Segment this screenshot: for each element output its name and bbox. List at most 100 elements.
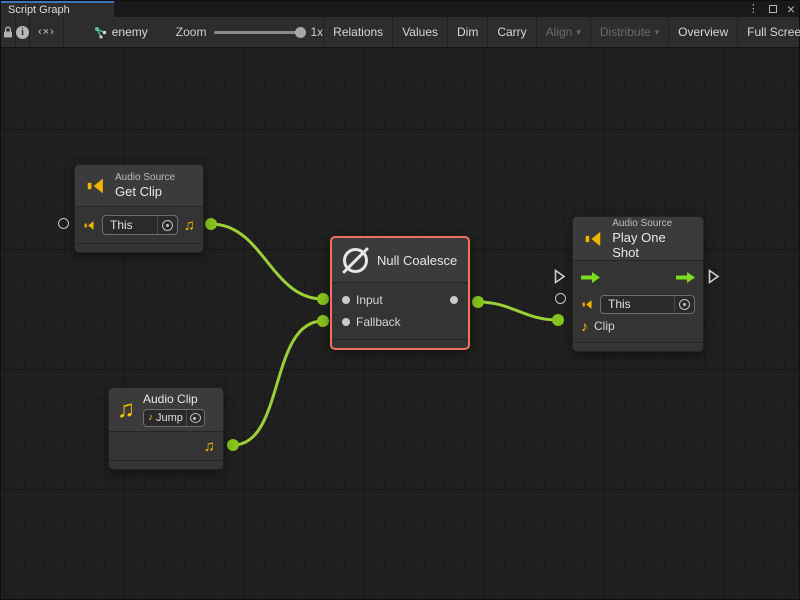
node-footer xyxy=(332,339,468,348)
carry-label: Carry xyxy=(497,25,526,39)
audio-source-icon xyxy=(583,228,604,250)
clip-port-label: Clip xyxy=(594,319,615,333)
this-object-field[interactable]: This xyxy=(102,215,178,235)
zoom-label: Zoom xyxy=(176,25,207,39)
play-flow-in-port[interactable] xyxy=(553,268,566,290)
port-null-output[interactable] xyxy=(472,296,484,308)
align-dropdown[interactable]: Align ▾ xyxy=(536,17,590,47)
play-this-row: This xyxy=(573,293,703,315)
window-controls: ⋮ × xyxy=(748,1,795,17)
maximize-icon[interactable] xyxy=(769,5,777,13)
zoom-slider[interactable] xyxy=(214,31,302,34)
wire-getclip-to-input[interactable] xyxy=(211,224,323,299)
node-title: Audio Clip xyxy=(143,392,205,407)
port-null-fallback-connected[interactable] xyxy=(317,315,329,327)
audio-source-icon xyxy=(83,219,96,232)
node-title: Play One Shot xyxy=(612,230,693,260)
node-footer xyxy=(573,342,703,351)
node-footer xyxy=(75,243,203,252)
audio-clip-port-icon: ♪ xyxy=(581,319,588,333)
play-this-target-port[interactable] xyxy=(555,293,566,304)
output-port[interactable] xyxy=(450,296,458,304)
null-input-row: Input xyxy=(332,289,468,311)
get-clip-target-port[interactable] xyxy=(58,218,69,229)
port-audioclip-output[interactable] xyxy=(227,439,239,451)
tab-script-graph[interactable]: Script Graph xyxy=(1,1,114,17)
values-button[interactable]: Values xyxy=(392,17,447,47)
lock-button[interactable] xyxy=(1,17,16,47)
overview-button[interactable]: Overview xyxy=(668,17,737,47)
flow-in-arrow-icon[interactable] xyxy=(580,271,601,284)
port-playoneshot-clip-connected[interactable] xyxy=(552,314,564,326)
triangle-port-icon xyxy=(707,268,720,285)
node-audio-clip-header[interactable]: ♫ Audio Clip ♪ Jump xyxy=(109,388,223,432)
this-object-field[interactable]: This xyxy=(600,295,695,314)
zoom-control: Zoom 1x xyxy=(176,17,323,47)
chevron-down-icon: ▾ xyxy=(576,27,581,38)
this-field-value: This xyxy=(608,297,631,311)
fullscreen-button[interactable]: Full Screen xyxy=(737,17,800,47)
flow-row xyxy=(573,261,703,293)
breadcrumb-graph-name: enemy xyxy=(112,25,148,39)
play-flow-out-port[interactable] xyxy=(707,268,720,290)
chevron-down-icon: ▾ xyxy=(655,27,660,38)
info-icon: i xyxy=(16,26,29,39)
dim-label: Dim xyxy=(457,25,478,39)
input-port-label: Input xyxy=(356,293,383,307)
node-play-one-shot[interactable]: Audio Source Play One Shot This xyxy=(572,216,704,352)
graph-canvas[interactable]: Audio Source Get Clip This ♫ xyxy=(1,48,799,599)
node-category: Audio Source xyxy=(612,218,693,230)
kebab-menu-icon[interactable]: ⋮ xyxy=(748,4,759,15)
fallback-port[interactable] xyxy=(342,318,350,326)
jump-object-field[interactable]: ♪ Jump xyxy=(143,409,205,427)
zoom-value: 1x xyxy=(310,25,323,39)
values-label: Values xyxy=(402,25,438,39)
info-button[interactable]: i xyxy=(16,17,30,47)
object-picker-button[interactable] xyxy=(674,296,694,313)
node-null-header[interactable]: Null Coalesce xyxy=(332,238,468,283)
audio-clip-port-icon: ♫ xyxy=(204,439,215,454)
node-get-clip[interactable]: Audio Source Get Clip This ♫ xyxy=(74,164,204,253)
distribute-label: Distribute xyxy=(600,25,651,39)
null-fallback-row: Fallback xyxy=(332,311,468,333)
node-get-clip-header[interactable]: Audio Source Get Clip xyxy=(75,165,203,207)
audio-clip-output-row: ♫ xyxy=(109,432,223,460)
close-icon[interactable]: × xyxy=(787,2,795,16)
object-picker-button[interactable] xyxy=(186,410,204,426)
flow-out-arrow-icon[interactable] xyxy=(675,271,696,284)
port-getclip-output[interactable] xyxy=(205,218,217,230)
play-clip-row: ♪ Clip xyxy=(573,315,703,337)
node-audio-clip[interactable]: ♫ Audio Clip ♪ Jump ♫ xyxy=(108,387,224,470)
node-play-one-shot-header[interactable]: Audio Source Play One Shot xyxy=(573,217,703,261)
this-field-value: This xyxy=(110,218,133,232)
node-title: Get Clip xyxy=(115,184,175,199)
port-null-input-connected[interactable] xyxy=(317,293,329,305)
relations-label: Relations xyxy=(333,25,383,39)
note-icon: ♪ xyxy=(148,413,153,423)
object-picker-button[interactable] xyxy=(157,216,177,234)
wire-audioclip-to-fallback[interactable] xyxy=(233,321,323,445)
distribute-dropdown[interactable]: Distribute ▾ xyxy=(590,17,668,47)
node-null-coalesce[interactable]: Null Coalesce Input Fallback xyxy=(330,236,470,350)
tab-title: Script Graph xyxy=(8,4,70,16)
dim-button[interactable]: Dim xyxy=(447,17,487,47)
jump-field-value: Jump xyxy=(156,412,183,424)
target-icon xyxy=(162,220,173,231)
input-port[interactable] xyxy=(342,296,350,304)
titlebar: Script Graph ⋮ × xyxy=(1,1,799,17)
code-brackets-icon: ‹×› xyxy=(38,26,55,38)
fallback-port-label: Fallback xyxy=(356,315,401,329)
target-icon xyxy=(190,413,201,423)
code-view-button[interactable]: ‹×› xyxy=(30,17,64,47)
zoom-slider-handle[interactable] xyxy=(295,27,306,38)
audio-clip-port-icon: ♫ xyxy=(184,218,195,233)
triangle-port-icon xyxy=(553,268,566,285)
overview-label: Overview xyxy=(678,25,728,39)
carry-button[interactable]: Carry xyxy=(487,17,535,47)
audio-source-icon xyxy=(581,298,594,311)
relations-button[interactable]: Relations xyxy=(323,17,392,47)
graph-breadcrumb[interactable]: enemy xyxy=(94,17,148,47)
wire-null-to-clip[interactable] xyxy=(478,302,558,320)
script-graph-window: Script Graph ⋮ × i ‹×› xyxy=(0,0,800,600)
get-clip-this-row: This ♫ xyxy=(75,207,203,243)
